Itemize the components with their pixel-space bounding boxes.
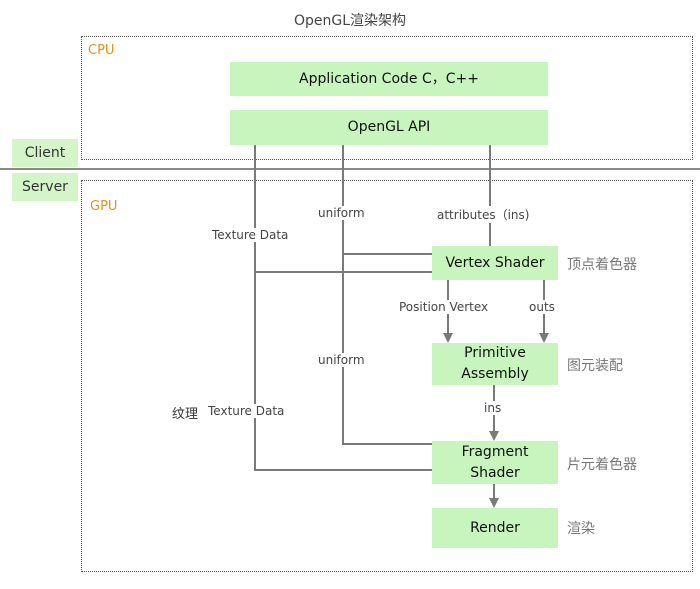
position-vertex-label: Position Vertex (397, 300, 491, 314)
fragment-shader-annotation: 片元着色器 (567, 457, 637, 473)
primitive-assembly-annotation: 图元装配 (567, 358, 623, 374)
outs-label: outs (527, 300, 557, 314)
render-box: Render (432, 508, 558, 548)
application-code-box: Application Code C，C++ (230, 62, 548, 96)
texture-data-bottom-label: Texture Data (206, 404, 287, 418)
uniform-mid-label: uniform (316, 353, 367, 367)
fragment-shader-box: Fragment Shader (432, 441, 558, 484)
opengl-api-box: OpenGL API (230, 110, 548, 145)
texture-cn-label: 纹理 (170, 403, 201, 422)
uniform-line (342, 145, 432, 445)
uniform-top-label: uniform (316, 206, 367, 220)
vertex-shader-annotation: 顶点着色器 (567, 257, 637, 273)
texture-data-top-label: Texture Data (210, 228, 291, 242)
render-annotation: 渲染 (567, 521, 595, 537)
ins-label: ins (482, 401, 504, 415)
attributes-label: attributes（ins) (435, 206, 532, 223)
vertex-shader-box: Vertex Shader (432, 246, 558, 280)
primitive-assembly-box: Primitive Assembly (432, 343, 558, 385)
